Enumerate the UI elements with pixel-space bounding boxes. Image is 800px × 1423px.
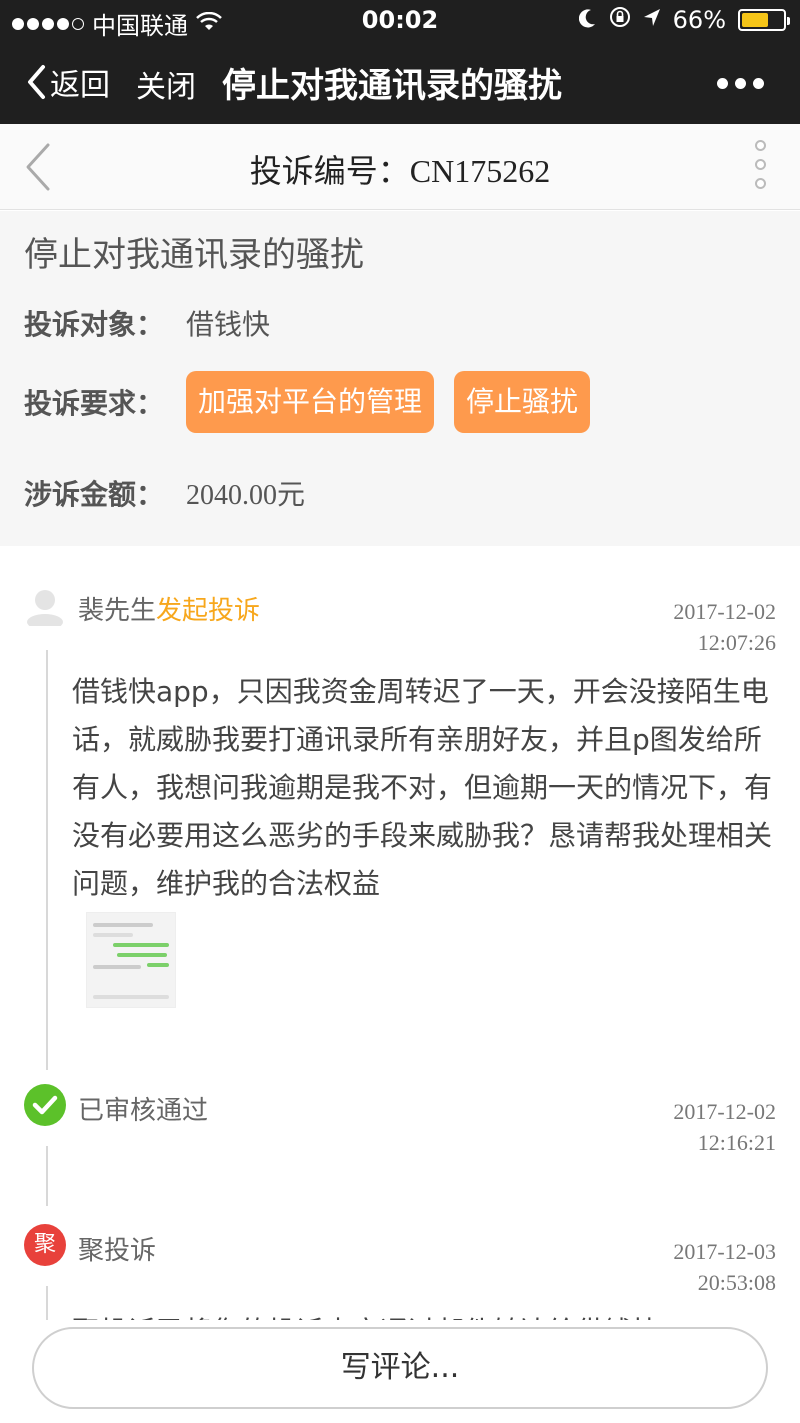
user-name: 裴先生 [78, 596, 157, 626]
back-label: 返回 [50, 68, 110, 103]
wechat-nav-bar: 返回 关闭 停止对我通讯录的骚扰 [0, 40, 800, 124]
entry-date: 2017-12-03 [673, 1239, 776, 1264]
rotation-lock-icon [609, 6, 631, 34]
complaint-number-title: 投诉编号：CN175262 [0, 146, 800, 192]
vertical-more-icon[interactable] [755, 140, 766, 189]
entry-time: 12:07:26 [697, 630, 776, 655]
complaint-info: 停止对我通讯录的骚扰 投诉对象： 借钱快 投诉要求： 加强对平台的管理 停止骚扰… [0, 211, 800, 546]
chevron-left-icon [28, 65, 45, 99]
ju-logo-icon: 聚 [24, 1224, 66, 1266]
status-right: 66% [578, 6, 790, 34]
entry-time: 12:16:21 [697, 1130, 776, 1155]
battery-icon [738, 9, 790, 31]
timeline-line [46, 1146, 48, 1206]
entry-timestamp: 2017-12-03 20:53:08 [673, 1236, 776, 1298]
page-title: 停止对我通讯录的骚扰 [222, 66, 562, 106]
battery-percent: 66% [672, 6, 726, 34]
complaint-content: 借钱快app，只因我资金周转迟了一天，开会没接陌生电话，就威胁我要打通讯录所有亲… [72, 675, 773, 900]
moon-icon [578, 6, 597, 34]
entry-time: 20:53:08 [697, 1270, 776, 1295]
attachment-thumbnail[interactable] [86, 912, 176, 1008]
write-comment-button[interactable]: 写评论... [32, 1327, 768, 1409]
requests-row: 投诉要求： 加强对平台的管理 停止骚扰 [24, 371, 610, 433]
back-button[interactable]: 返回 [26, 60, 110, 104]
location-icon [643, 6, 661, 34]
comment-bar: 写评论... [0, 1320, 800, 1423]
complaint-number: CN175262 [409, 153, 551, 189]
user-avatar-icon [24, 584, 66, 630]
complaint-number-label: 投诉编号： [249, 152, 410, 190]
entry-date: 2017-12-02 [673, 599, 776, 624]
target-row: 投诉对象： 借钱快 [24, 303, 270, 343]
entry-action: 发起投诉 [156, 596, 261, 626]
entry-timestamp: 2017-12-02 12:16:21 [673, 1096, 776, 1158]
check-circle-icon [24, 1084, 66, 1126]
amount-value: 2040.00元 [186, 480, 306, 511]
timeline-entry-header: 聚投诉 [78, 1236, 157, 1266]
complaint-timeline: 裴先生发起投诉 2017-12-02 12:07:26 借钱快app，只因我资金… [0, 546, 800, 1423]
close-button[interactable]: 关闭 [136, 62, 196, 106]
target-value: 借钱快 [186, 308, 271, 341]
target-label: 投诉对象： [24, 308, 165, 341]
amount-row: 涉诉金额： 2040.00元 [24, 473, 305, 513]
entry-date: 2017-12-02 [673, 1099, 776, 1124]
timeline-entry-header: 已审核通过 [78, 1096, 209, 1126]
complaint-title: 停止对我通讯录的骚扰 [24, 235, 364, 275]
status-bar: 中国联通 00:02 66% [0, 0, 800, 40]
more-menu-icon[interactable] [717, 78, 764, 89]
complaint-header: 投诉编号：CN175262 [0, 124, 800, 210]
timeline-line [46, 650, 48, 1070]
request-tag: 加强对平台的管理 [186, 371, 435, 433]
timeline-entry-header: 裴先生发起投诉 [78, 590, 260, 627]
request-tag: 停止骚扰 [454, 371, 591, 433]
amount-label: 涉诉金额： [24, 478, 165, 511]
entry-timestamp: 2017-12-02 12:07:26 [673, 596, 776, 658]
requests-label: 投诉要求： [24, 387, 165, 420]
